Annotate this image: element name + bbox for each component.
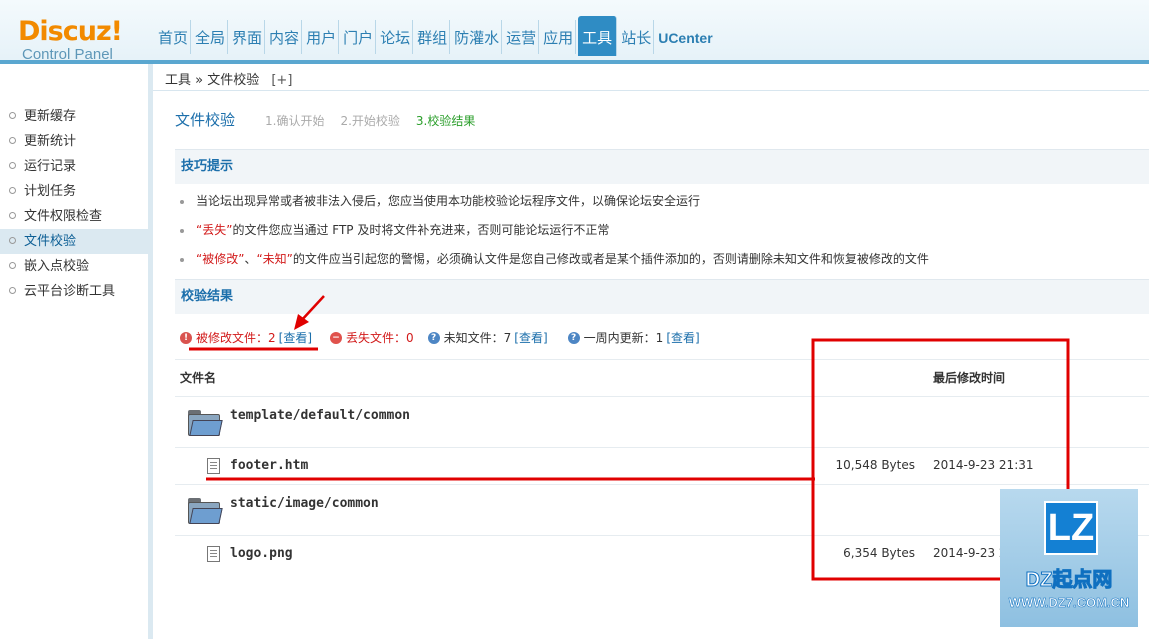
nav-home[interactable]: 首页: [156, 20, 192, 54]
nav-tools[interactable]: 工具: [578, 16, 618, 56]
sidebar-item-update-cache[interactable]: 更新缓存: [0, 104, 148, 129]
col-filename: 文件名: [180, 371, 217, 385]
file-name: footer.htm: [230, 458, 309, 473]
header: Discuz! Control Panel 首页 全局 界面 内容 用户 门户 …: [0, 0, 1149, 64]
sidebar-item-run-log[interactable]: 运行记录: [0, 154, 148, 179]
step-start: 2.开始校验: [340, 114, 400, 128]
summary-missing: − 丢失文件：0: [330, 329, 414, 346]
question-icon: ?: [427, 331, 440, 344]
nav-antispam[interactable]: 防灌水: [452, 20, 503, 54]
sidebar-item-hook-check[interactable]: 嵌入点校验: [0, 254, 148, 279]
tip-item: 当论坛出现异常或者被非法入侵后，您应当使用本功能校验论坛程序文件，以确保论坛安全…: [180, 192, 700, 209]
view-modified-link[interactable]: [查看]: [279, 329, 312, 346]
tips-header: 技巧提示: [175, 149, 1149, 184]
tip-text: 的文件应当引起您的警惕，必须确认文件是您自己修改或者是某个插件添加的，否则请删除…: [292, 252, 929, 266]
file-size: 10,548 Bytes: [835, 458, 915, 472]
tip-missing: “丢失”: [196, 223, 233, 237]
tip-text: 的文件您应当通过 FTP 及时将文件补充进来，否则可能论坛运行不正常: [232, 223, 610, 237]
page-title: 文件校验: [175, 111, 236, 129]
step-confirm: 1.确认开始: [265, 114, 325, 128]
summary-recent-label: 一周内更新：1: [583, 331, 664, 345]
folder-icon: [188, 410, 223, 436]
result-header: 校验结果: [175, 279, 1149, 314]
sidebar-item-update-stats[interactable]: 更新统计: [0, 129, 148, 154]
result-title: 校验结果: [181, 289, 234, 304]
watermark: LZ DZ起点网 WWW.DZ7.COM.CN: [1000, 489, 1138, 627]
minus-icon: −: [330, 331, 343, 344]
warning-icon: !: [180, 331, 192, 344]
nav-portal[interactable]: 门户: [341, 20, 377, 54]
nav-founder[interactable]: 站长: [619, 20, 655, 54]
summary-unknown: ? 未知文件：7 [查看]: [427, 329, 548, 346]
breadcrumb: 工具 » 文件校验 [+]: [165, 69, 292, 88]
summary-recent: ? 一周内更新：1 [查看]: [567, 329, 700, 346]
step-result: 3.校验结果: [415, 114, 476, 128]
nav-operation[interactable]: 运营: [504, 20, 540, 54]
dir-name: template/default/common: [230, 408, 411, 423]
brand-subtitle: Control Panel: [22, 46, 113, 63]
file-name: logo.png: [230, 546, 293, 561]
breadcrumb-bar: 工具 » 文件校验 [+]: [153, 64, 1149, 91]
table-header: 文件名 最后修改时间: [175, 359, 1149, 396]
nav-global[interactable]: 全局: [193, 20, 229, 54]
tip-item: “丢失”的文件您应当通过 FTP 及时将文件补充进来，否则可能论坛运行不正常: [180, 221, 609, 238]
tip-unknown: “未知”: [256, 252, 293, 266]
tips-title: 技巧提示: [181, 159, 234, 174]
tip-text: 当论坛出现异常或者被非法入侵后，您应当使用本功能校验论坛程序文件，以确保论坛安全…: [196, 194, 701, 208]
watermark-name: DZ起点网: [1025, 569, 1113, 592]
summary-unknown-label: 未知文件：7: [443, 331, 512, 345]
file-icon: [207, 458, 220, 474]
table-row: footer.htm 10,548 Bytes 2014-9-23 21:31: [175, 447, 1149, 484]
summary-modified: ! 被修改文件：2 [查看]: [180, 329, 312, 346]
file-mtime: 2014-9-23 21:31: [933, 458, 1034, 472]
nav-style[interactable]: 界面: [230, 20, 266, 54]
summary-missing-label: 丢失文件：0: [346, 331, 414, 345]
watermark-logo: LZ: [1044, 501, 1098, 555]
nav-forum[interactable]: 论坛: [378, 20, 414, 54]
summary-modified-label: 被修改文件：2: [196, 331, 276, 345]
table-row: template/default/common: [175, 396, 1149, 447]
nav-group[interactable]: 群组: [415, 20, 451, 54]
question-icon: ?: [567, 331, 580, 344]
view-recent-link[interactable]: [查看]: [666, 329, 699, 346]
view-unknown-link[interactable]: [查看]: [514, 329, 547, 346]
breadcrumb-path: 工具 » 文件校验: [165, 73, 260, 88]
brand-name: Discuz!: [18, 16, 123, 47]
nav-ucenter[interactable]: UCenter: [656, 20, 714, 54]
add-shortcut-link[interactable]: [+]: [271, 73, 292, 88]
watermark-url: WWW.DZ7.COM.CN: [1008, 595, 1130, 611]
sidebar-item-cron[interactable]: 计划任务: [0, 179, 148, 204]
sidebar: 更新缓存 更新统计 运行记录 计划任务 文件权限检查 文件校验 嵌入点校验 云平…: [0, 64, 153, 639]
discuz-logo[interactable]: Discuz! Control Panel: [18, 18, 128, 64]
folder-icon: [188, 498, 223, 524]
tip-separator: 、: [244, 252, 257, 266]
title-row: 文件校验 1.确认开始 2.开始校验 3.校验结果: [175, 109, 491, 130]
col-mtime: 最后修改时间: [933, 371, 1006, 385]
sidebar-item-file-check[interactable]: 文件校验: [0, 229, 148, 254]
file-icon: [207, 546, 220, 562]
nav-user[interactable]: 用户: [304, 20, 340, 54]
tip-item: “被修改”、“未知”的文件应当引起您的警惕，必须确认文件是您自己修改或者是某个插…: [180, 250, 929, 267]
file-size: 6,354 Bytes: [843, 546, 915, 560]
tip-modified: “被修改”: [196, 252, 245, 266]
top-nav: 首页 全局 界面 内容 用户 门户 论坛 群组 防灌水 运营 应用 工具 站长 …: [156, 16, 717, 56]
sidebar-item-file-permission[interactable]: 文件权限检查: [0, 204, 148, 229]
nav-content[interactable]: 内容: [267, 20, 303, 54]
nav-plugin[interactable]: 应用: [541, 20, 577, 54]
dir-name: static/image/common: [230, 496, 379, 511]
sidebar-item-cloud-diagnose[interactable]: 云平台诊断工具: [0, 279, 148, 304]
result-summary: ! 被修改文件：2 [查看] − 丢失文件：0 ? 未知文件：7 [查看] ? …: [180, 329, 714, 346]
